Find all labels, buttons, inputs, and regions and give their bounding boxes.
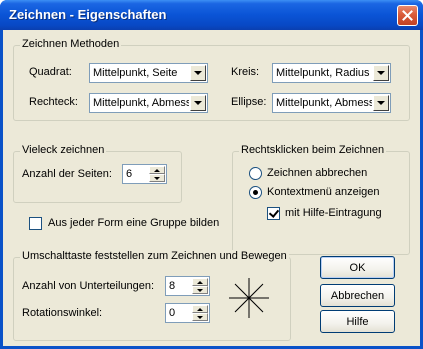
ellipse-select-value: Mittelpunkt, Abmess xyxy=(276,97,372,109)
context-menu-label[interactable]: Kontextmenü anzeigen xyxy=(267,186,380,198)
quadrat-select[interactable]: Mittelpunkt, Seite xyxy=(89,63,208,83)
close-icon xyxy=(402,10,413,21)
close-button[interactable] xyxy=(397,5,418,26)
kreis-dropdown-button[interactable] xyxy=(373,65,389,81)
help-button[interactable]: Hilfe xyxy=(320,310,395,333)
group-shapes-label[interactable]: Aus jeder Form eine Gruppe bilden xyxy=(48,217,219,229)
divisions-label: Anzahl von Unterteilungen: xyxy=(22,280,155,292)
chevron-down-icon xyxy=(197,315,203,319)
quadrat-select-value: Mittelpunkt, Seite xyxy=(93,67,178,79)
help-button-label: Hilfe xyxy=(346,315,369,328)
rechteck-label: Rechteck: xyxy=(29,96,78,108)
chevron-up-icon xyxy=(154,168,160,172)
sides-label: Anzahl der Seiten: xyxy=(22,168,112,180)
divisions-stepper[interactable]: 8 xyxy=(165,276,210,296)
ellipse-dropdown-button[interactable] xyxy=(373,95,389,111)
rotation-label: Rotationswinkel: xyxy=(22,307,103,319)
ellipse-label: Ellipse: xyxy=(231,96,267,108)
rightclick-group-label: Rechtsklicken beim Zeichnen xyxy=(239,144,387,156)
sides-stepper[interactable]: 6 xyxy=(122,164,167,184)
methods-group-label: Zeichnen Methoden xyxy=(20,38,122,50)
chevron-up-icon xyxy=(197,307,203,311)
chevron-down-icon xyxy=(377,71,385,75)
window-title: Zeichnen - Eigenschaften xyxy=(9,7,167,22)
help-entry-label[interactable]: mit Hilfe-Eintragung xyxy=(285,207,382,219)
divisions-decrement-button[interactable] xyxy=(192,286,208,294)
ok-button-label: OK xyxy=(349,261,366,274)
divisions-preview-icon xyxy=(229,278,269,318)
rotation-stepper[interactable]: 0 xyxy=(165,303,210,323)
group-shapes-checkbox[interactable] xyxy=(29,217,42,230)
ellipse-select[interactable]: Mittelpunkt, Abmess xyxy=(272,93,391,113)
chevron-up-icon xyxy=(197,280,203,284)
sides-increment-button[interactable] xyxy=(149,166,165,174)
chevron-down-icon xyxy=(377,101,385,105)
rechteck-dropdown-button[interactable] xyxy=(190,95,206,111)
chevron-down-icon xyxy=(197,288,203,292)
dialog-client-area: Zeichnen Methoden Quadrat: Mittelpunkt, … xyxy=(3,30,420,346)
rechteck-select-value: Mittelpunkt, Abmess xyxy=(93,97,189,109)
divisions-value: 8 xyxy=(169,280,176,292)
kreis-select[interactable]: Mittelpunkt, Radius xyxy=(272,63,391,83)
cancel-drawing-radio[interactable] xyxy=(249,167,262,180)
title-bar[interactable]: Zeichnen - Eigenschaften xyxy=(0,0,423,30)
divisions-increment-button[interactable] xyxy=(192,278,208,286)
rotation-increment-button[interactable] xyxy=(192,305,208,313)
sides-decrement-button[interactable] xyxy=(149,174,165,182)
cancel-drawing-label[interactable]: Zeichnen abbrechen xyxy=(267,167,367,179)
kreis-select-value: Mittelpunkt, Radius xyxy=(276,67,370,79)
quadrat-label: Quadrat: xyxy=(29,66,72,78)
kreis-label: Kreis: xyxy=(231,66,260,78)
chevron-down-icon xyxy=(154,176,160,180)
cancel-button-label: Abbrechen xyxy=(330,289,385,302)
chevron-down-icon xyxy=(194,101,202,105)
help-entry-checkbox[interactable] xyxy=(267,207,280,220)
context-menu-radio[interactable] xyxy=(249,186,262,199)
cancel-button[interactable]: Abbrechen xyxy=(320,284,395,307)
ok-button[interactable]: OK xyxy=(320,256,395,279)
polygon-group-label: Vieleck zeichnen xyxy=(20,144,107,156)
rotation-decrement-button[interactable] xyxy=(192,313,208,321)
rotation-value: 0 xyxy=(169,307,176,319)
sides-value: 6 xyxy=(126,168,133,180)
rechteck-select[interactable]: Mittelpunkt, Abmess xyxy=(89,93,208,113)
chevron-down-icon xyxy=(194,71,202,75)
dialog-window: Zeichnen - Eigenschaften Zeichnen Method… xyxy=(0,0,423,349)
shift-group-label: Umschalttaste feststellen zum Zeichnen u… xyxy=(20,250,289,262)
quadrat-dropdown-button[interactable] xyxy=(190,65,206,81)
